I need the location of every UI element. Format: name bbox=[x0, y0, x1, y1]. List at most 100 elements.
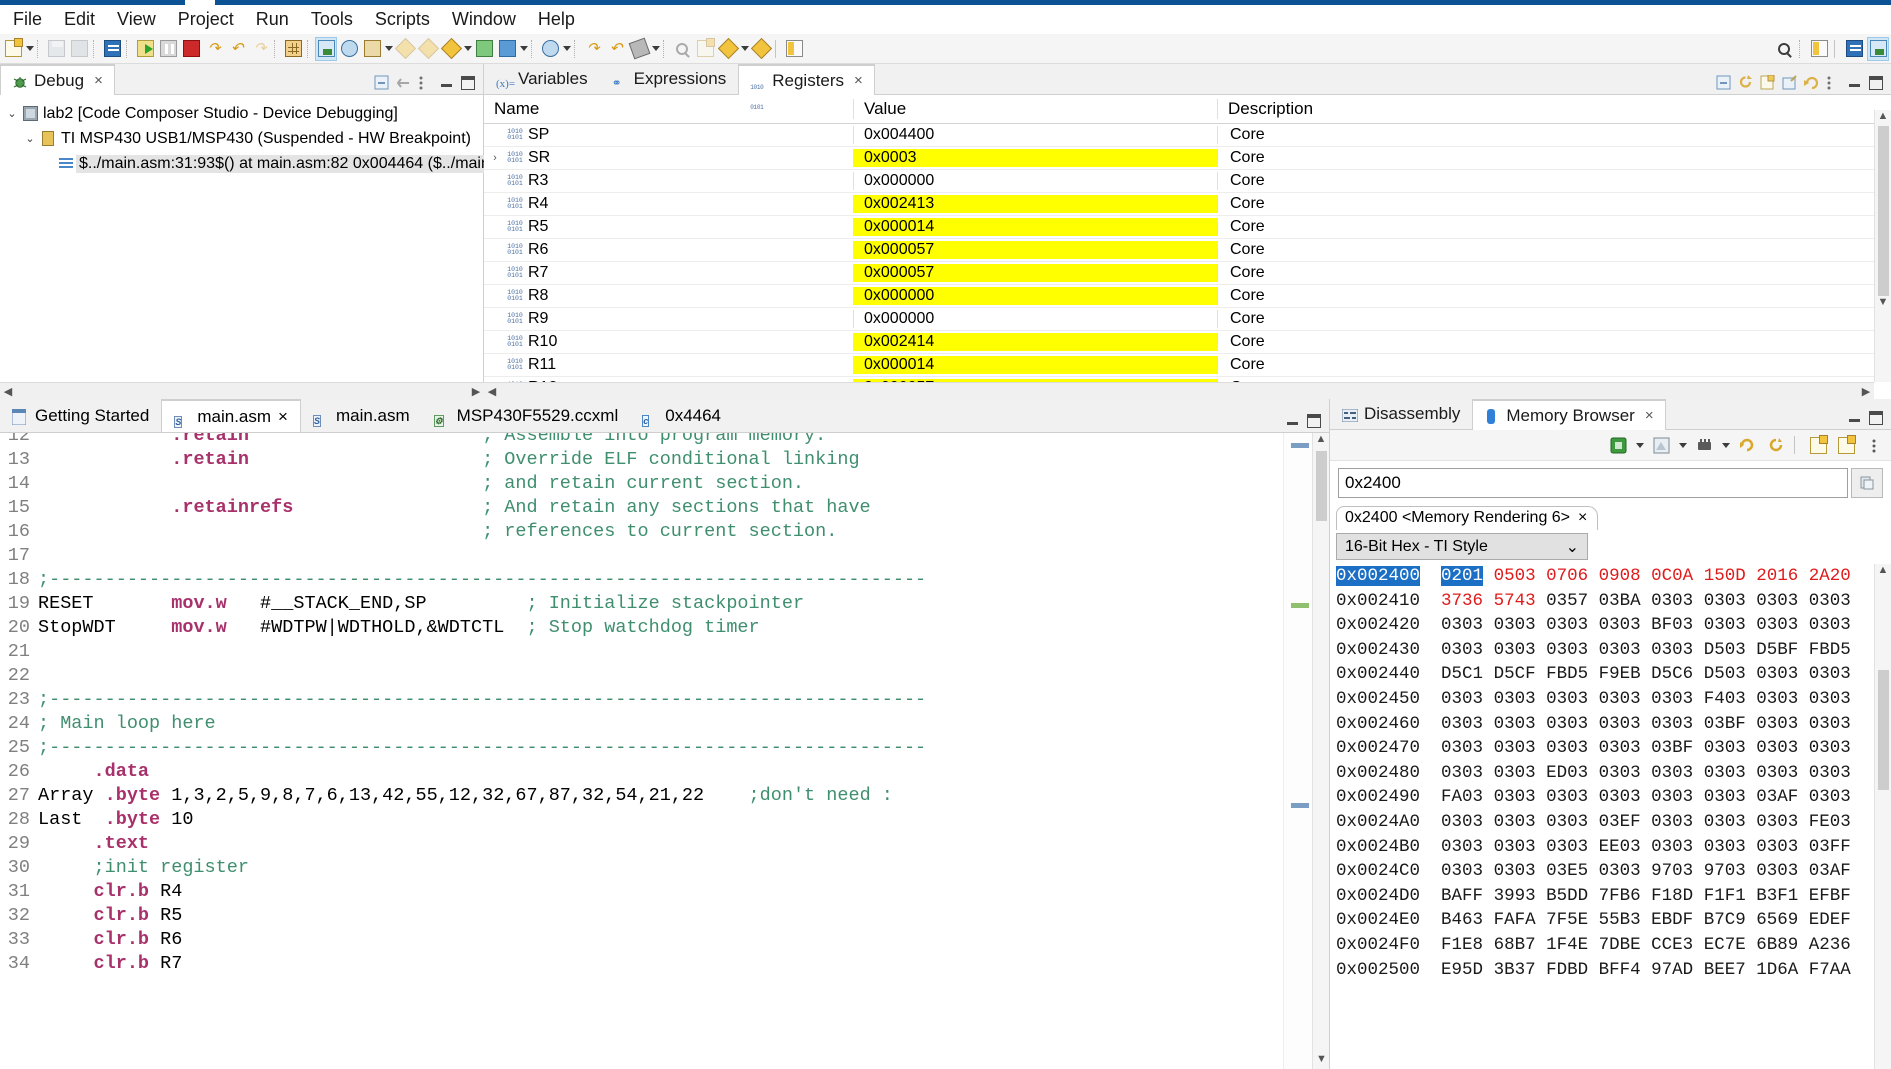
find-icon[interactable] bbox=[671, 37, 693, 61]
memory-word[interactable]: F9EB bbox=[1599, 664, 1641, 684]
memory-word[interactable]: 0303 bbox=[1441, 714, 1483, 734]
register-name-cell[interactable]: ›10100101 R7 bbox=[484, 264, 854, 282]
register-row[interactable]: ›10100101 R5 0x000014 Core bbox=[484, 216, 1891, 239]
memory-word[interactable]: A236 bbox=[1809, 935, 1851, 955]
debug-hscrollbar[interactable]: ◀ ▶ bbox=[0, 382, 484, 399]
skip-breakpoints-icon[interactable] bbox=[417, 37, 439, 61]
memory-word[interactable]: 03BF bbox=[1651, 738, 1693, 758]
grid-icon[interactable] bbox=[282, 37, 304, 61]
scroll-thumb[interactable] bbox=[1878, 126, 1889, 296]
memory-word[interactable]: F403 bbox=[1704, 689, 1746, 709]
minimize-icon[interactable] bbox=[440, 76, 454, 90]
editor-vscrollbar[interactable]: ▲ ▼ bbox=[1312, 433, 1329, 1069]
memory-address[interactable]: 0x0024E0 bbox=[1336, 910, 1420, 930]
chevron-right-icon[interactable]: › bbox=[484, 152, 506, 164]
memory-address[interactable]: 0x0024C0 bbox=[1336, 861, 1420, 881]
menu-item-view[interactable]: View bbox=[106, 7, 167, 32]
memory-word[interactable]: 7DBE bbox=[1599, 935, 1641, 955]
menu-item-run[interactable]: Run bbox=[245, 7, 300, 32]
view-menu-icon[interactable] bbox=[1863, 433, 1885, 457]
memory-word[interactable]: 0303 bbox=[1651, 591, 1693, 611]
debug-tree-node[interactable]: ⌄ lab2 [Code Composer Studio - Device Deb… bbox=[0, 101, 483, 126]
memory-word[interactable]: 0303 bbox=[1651, 763, 1693, 783]
chevron-down-icon[interactable] bbox=[1721, 433, 1730, 457]
memory-word[interactable]: 0303 bbox=[1599, 689, 1641, 709]
memory-word[interactable]: 0303 bbox=[1546, 812, 1588, 832]
memory-word[interactable]: BEE7 bbox=[1704, 960, 1746, 980]
memory-word[interactable]: 0303 bbox=[1756, 861, 1798, 881]
memory-word[interactable]: 0303 bbox=[1494, 689, 1536, 709]
memory-word[interactable]: 0303 bbox=[1651, 812, 1693, 832]
scroll-right-icon[interactable]: ▶ bbox=[1858, 385, 1874, 398]
memory-word[interactable]: B3F1 bbox=[1756, 886, 1798, 906]
maximize-icon[interactable] bbox=[1869, 75, 1883, 90]
memory-word[interactable]: 0303 bbox=[1651, 640, 1693, 660]
memory-icon[interactable] bbox=[315, 36, 337, 61]
memory-format-select[interactable]: 16-Bit Hex - TI Style ⌄ bbox=[1336, 533, 1588, 560]
memory-word[interactable]: B5DD bbox=[1546, 886, 1588, 906]
memory-word[interactable]: D5BF bbox=[1756, 640, 1798, 660]
memory-word[interactable]: D503 bbox=[1704, 640, 1746, 660]
memory-word[interactable]: D5CF bbox=[1494, 664, 1536, 684]
memory-word[interactable]: 6569 bbox=[1756, 910, 1798, 930]
memory-word[interactable]: 0303 bbox=[1809, 591, 1851, 611]
memory-word[interactable]: 55B3 bbox=[1599, 910, 1641, 930]
memory-word[interactable]: D503 bbox=[1704, 664, 1746, 684]
memory-word[interactable]: FA03 bbox=[1441, 787, 1483, 807]
memory-word[interactable]: 0303 bbox=[1809, 689, 1851, 709]
register-name-cell[interactable]: ›10100101 R3 bbox=[484, 172, 854, 190]
import-memory-icon[interactable] bbox=[1736, 433, 1758, 457]
memory-word[interactable]: FAFA bbox=[1494, 910, 1536, 930]
tab-registers[interactable]: 1010 0101 Registers × bbox=[738, 64, 875, 110]
fill-memory-icon[interactable] bbox=[1693, 433, 1715, 457]
collapse-all-icon[interactable] bbox=[1716, 75, 1731, 90]
memory-word[interactable]: 0303 bbox=[1494, 861, 1536, 881]
memory-word[interactable]: 0303 bbox=[1756, 591, 1798, 611]
memory-word[interactable]: 0303 bbox=[1441, 763, 1483, 783]
terminate-icon[interactable] bbox=[180, 37, 202, 61]
memory-word[interactable]: 0303 bbox=[1599, 763, 1641, 783]
memory-word[interactable]: 0201 bbox=[1441, 566, 1484, 586]
memory-row[interactable]: 0x002450 0303 0303 0303 0303 0303 F403 0… bbox=[1336, 687, 1891, 712]
build-icon[interactable] bbox=[628, 37, 650, 61]
memory-word[interactable]: 0303 bbox=[1809, 615, 1851, 635]
refresh-icon[interactable] bbox=[1764, 433, 1786, 457]
new-register-group-icon[interactable] bbox=[1760, 74, 1775, 90]
memory-word[interactable]: 0303 bbox=[1651, 837, 1693, 857]
pause-icon[interactable] bbox=[157, 37, 179, 61]
edit-register-group-icon[interactable] bbox=[1782, 75, 1797, 90]
memory-address[interactable]: 0x002500 bbox=[1336, 960, 1420, 980]
memory-word[interactable]: FBD5 bbox=[1546, 664, 1588, 684]
memory-word[interactable]: 0303 bbox=[1704, 615, 1746, 635]
memory-word[interactable]: 03BA bbox=[1599, 591, 1641, 611]
save-icon[interactable] bbox=[45, 37, 67, 61]
refresh-icon[interactable] bbox=[1738, 75, 1753, 90]
memory-word[interactable]: 2016 bbox=[1756, 566, 1798, 586]
memory-word[interactable]: 0303 bbox=[1809, 714, 1851, 734]
view-menu-icon[interactable] bbox=[418, 75, 433, 90]
memory-address-input[interactable] bbox=[1338, 468, 1848, 498]
memory-row[interactable]: 0x002430 0303 0303 0303 0303 0303 D503 D… bbox=[1336, 638, 1891, 663]
memory-word[interactable]: 0303 bbox=[1599, 640, 1641, 660]
memory-word[interactable]: B463 bbox=[1441, 910, 1483, 930]
memory-word[interactable]: 3993 bbox=[1494, 886, 1536, 906]
memory-tab-disassembly[interactable]: Disassembly bbox=[1330, 398, 1472, 429]
memory-word[interactable]: D5C1 bbox=[1441, 664, 1483, 684]
memory-row[interactable]: 0x002480 0303 0303 ED03 0303 0303 0303 0… bbox=[1336, 761, 1891, 786]
memory-row[interactable]: 0x0024D0 BAFF 3993 B5DD 7FB6 F18D F1F1 B… bbox=[1336, 884, 1891, 909]
memory-row[interactable]: 0x0024E0 B463 FAFA 7F5E 55B3 EBDF B7C9 6… bbox=[1336, 908, 1891, 933]
go-icon[interactable] bbox=[1851, 468, 1883, 498]
memory-address[interactable]: 0x0024A0 bbox=[1336, 812, 1420, 832]
debug-tree-node[interactable]: ⌄ TI MSP430 USB1/MSP430 (Suspended - HW B… bbox=[0, 126, 483, 151]
collapse-all-icon[interactable] bbox=[374, 75, 389, 90]
memory-word[interactable]: 0303 bbox=[1704, 812, 1746, 832]
close-icon[interactable]: × bbox=[94, 72, 103, 89]
memory-word[interactable]: 0908 bbox=[1599, 566, 1641, 586]
memory-word[interactable]: 2A20 bbox=[1809, 566, 1851, 586]
close-icon[interactable]: × bbox=[854, 72, 863, 89]
memory-word[interactable]: BFF4 bbox=[1599, 960, 1641, 980]
memory-word[interactable]: 0303 bbox=[1441, 812, 1483, 832]
memory-word[interactable]: 0303 bbox=[1756, 763, 1798, 783]
close-icon[interactable]: × bbox=[278, 407, 288, 427]
memory-address[interactable]: 0x002430 bbox=[1336, 640, 1420, 660]
